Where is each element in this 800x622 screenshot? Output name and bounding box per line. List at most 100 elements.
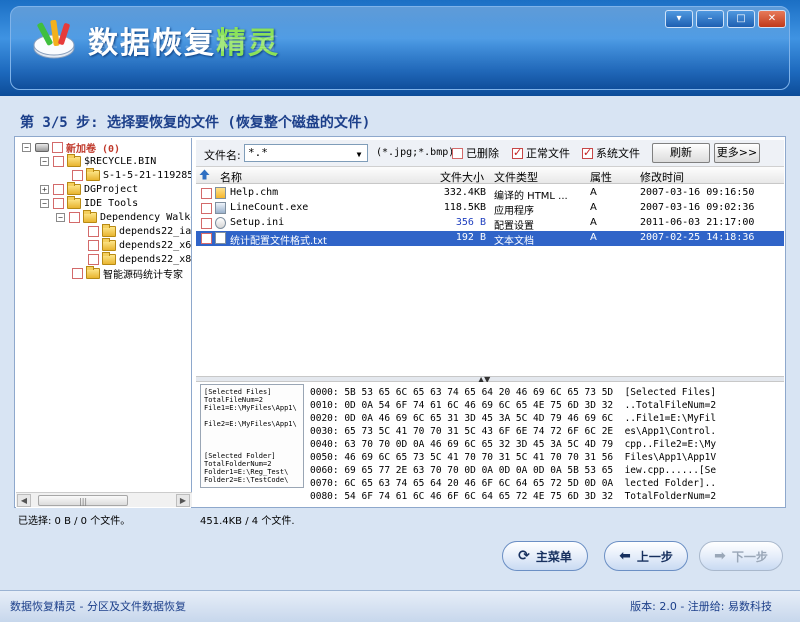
- tree-checkbox[interactable]: [53, 183, 64, 195]
- collapse-icon[interactable]: −: [40, 198, 49, 208]
- system-files-option[interactable]: 系统文件: [582, 145, 640, 161]
- grip-dots: |||: [79, 497, 88, 506]
- total-status: 451.4KB / 4 个文件.: [200, 516, 295, 527]
- prev-step-button[interactable]: ⬅ 上一步: [604, 541, 688, 571]
- folder-icon: [86, 167, 100, 181]
- app-logo-icon: [33, 19, 75, 59]
- filter-bar: 文件名: *.* ▼ (*.jpg;*.bmp) 已删除 正常文件 系统文件 刷…: [196, 140, 784, 166]
- collapse-icon[interactable]: −: [56, 212, 65, 222]
- file-attr: A: [590, 202, 597, 213]
- text-preview-line: TotalFileNum=2: [204, 396, 264, 404]
- deleted-files-checkbox[interactable]: [452, 147, 463, 159]
- tree-checkbox[interactable]: [88, 253, 99, 265]
- table-row[interactable]: LineCount.exe 118.5KB 应用程序 A 2007-03-16 …: [196, 201, 784, 217]
- column-header-attr[interactable]: 属性: [590, 169, 612, 185]
- hex-line: 0010: 0D 0A 54 6F 74 61 6C 46 69 6C 65 4…: [310, 400, 717, 411]
- scroll-left-icon[interactable]: ◀: [17, 494, 31, 507]
- tree-item-dgproject[interactable]: + DGProject: [40, 181, 138, 196]
- column-header-name[interactable]: 名称: [220, 169, 242, 185]
- expand-icon[interactable]: +: [40, 184, 49, 194]
- tree-checkbox[interactable]: [88, 225, 99, 237]
- tree-item-depends-ia64[interactable]: depends22_ia6: [88, 223, 191, 238]
- file-type: 编译的 HTML ...: [494, 191, 568, 202]
- hex-line: 0080: 54 6F 74 61 6C 46 6F 6C 64 65 72 4…: [310, 491, 717, 502]
- chevron-down-icon[interactable]: ▼: [353, 147, 365, 163]
- system-files-checkbox[interactable]: [582, 146, 593, 159]
- tree-item-depends-x64[interactable]: depends22_x64: [88, 237, 192, 252]
- column-header-type[interactable]: 文件类型: [494, 169, 538, 185]
- file-type: 应用程序: [494, 206, 534, 217]
- table-row[interactable]: Help.chm 332.4KB 编译的 HTML ... A 2007-03-…: [196, 186, 784, 202]
- filename-filter-combo[interactable]: *.* ▼: [244, 144, 368, 162]
- file-size: 332.4KB: [443, 187, 486, 198]
- row-checkbox[interactable]: [201, 218, 212, 229]
- tree-item-dependency-walker[interactable]: − Dependency Walke: [56, 209, 191, 224]
- tree-item-recycle-bin[interactable]: − $RECYCLE.BIN: [40, 153, 157, 168]
- text-preview-line: TotalFolderNum=2: [204, 460, 272, 468]
- file-type: 配置设置: [494, 221, 534, 232]
- file-mtime: 2007-03-16 09:16:50: [640, 187, 755, 198]
- window-controls: ▾ – □ ✕: [665, 10, 786, 28]
- table-row[interactable]: Setup.ini 356 B 配置设置 A 2011-06-03 21:17:…: [196, 216, 784, 232]
- normal-files-option[interactable]: 正常文件: [512, 145, 570, 161]
- hex-line: 0070: 6C 65 63 74 65 64 20 46 6F 6C 64 6…: [310, 478, 717, 489]
- text-preview-line: [Selected Files]: [204, 388, 272, 396]
- hex-line: 0020: 0D 0A 46 69 6C 65 31 3D 45 3A 5C 4…: [310, 413, 717, 424]
- tree-checkbox[interactable]: [53, 197, 64, 209]
- file-name: LineCount.exe: [230, 202, 309, 213]
- file-list[interactable]: 名称 文件大小 文件类型 属性 修改时间 Help.chm 332.4KB 编译…: [196, 166, 784, 376]
- file-mtime: 2011-06-03 21:17:00: [640, 217, 755, 228]
- filter-hint: (*.jpg;*.bmp): [376, 147, 455, 158]
- column-header-size[interactable]: 文件大小: [440, 169, 484, 185]
- hex-line: 0040: 63 70 70 0D 0A 46 69 6C 65 32 3D 4…: [310, 439, 717, 450]
- main-menu-button[interactable]: ⟳ 主菜单: [502, 541, 588, 571]
- tree-item-label: depends22_x86: [119, 253, 192, 265]
- tree-checkbox[interactable]: [72, 267, 83, 279]
- hex-line: 0000: 5B 53 65 6C 65 63 74 65 64 20 46 6…: [310, 387, 717, 398]
- up-folder-icon[interactable]: [199, 169, 210, 180]
- tree-horizontal-scrollbar[interactable]: ◀ ||| ▶: [16, 492, 192, 507]
- minimize-button[interactable]: –: [696, 10, 724, 28]
- text-file-icon: [215, 232, 226, 244]
- deleted-files-option[interactable]: 已删除: [452, 145, 499, 161]
- more-button[interactable]: 更多>>: [714, 143, 760, 163]
- file-size: 192 B: [455, 232, 486, 243]
- maximize-button[interactable]: □: [727, 10, 755, 28]
- tree-item-source-stats[interactable]: 智能源码统计专家: [72, 265, 183, 281]
- main-menu-label: 主菜单: [535, 549, 572, 564]
- refresh-button[interactable]: 刷新: [652, 143, 710, 163]
- text-preview-line: [204, 444, 300, 452]
- row-checkbox[interactable]: [201, 188, 212, 199]
- file-mtime: 2007-02-25 14:18:36: [640, 232, 755, 243]
- tree-checkbox[interactable]: [53, 155, 64, 167]
- tree-item-label: 新加卷 (0): [66, 143, 121, 155]
- file-preview: [Selected Files] TotalFileNum=2 File1=E:\M…: [196, 382, 784, 502]
- tree-item-label: $RECYCLE.BIN: [84, 155, 157, 167]
- tree-item-ide-tools[interactable]: − IDE Tools: [40, 195, 138, 210]
- tree-item-label: depends22_x64: [119, 239, 192, 251]
- hex-dump: 0000: 5B 53 65 6C 65 63 74 65 64 20 46 6…: [310, 386, 716, 503]
- column-header-mtime[interactable]: 修改时间: [640, 169, 684, 185]
- text-preview-line: File1=E:\MyFiles\App1\: [204, 404, 297, 412]
- folder-tree[interactable]: − 新加卷 (0) − $RECYCLE.BIN S-1-5-21-119285…: [16, 138, 192, 508]
- table-row-selected[interactable]: 统计配置文件格式.txt 192 B 文本文档 A 2007-02-25 14:…: [196, 231, 784, 247]
- close-button[interactable]: ✕: [758, 10, 786, 28]
- chm-file-icon: [215, 187, 226, 199]
- scroll-thumb[interactable]: |||: [38, 495, 128, 506]
- collapse-icon[interactable]: −: [40, 156, 49, 166]
- collapse-icon[interactable]: −: [22, 142, 31, 152]
- tree-checkbox[interactable]: [88, 239, 99, 251]
- row-checkbox[interactable]: [201, 233, 212, 244]
- menu-dropdown-button[interactable]: ▾: [665, 10, 693, 28]
- tree-checkbox[interactable]: [52, 141, 63, 153]
- row-checkbox[interactable]: [201, 203, 212, 214]
- tree-checkbox[interactable]: [72, 169, 83, 181]
- tree-item-depends-x86[interactable]: depends22_x86: [88, 251, 192, 266]
- scroll-right-icon[interactable]: ▶: [176, 494, 190, 507]
- tree-item-sid-folder[interactable]: S-1-5-21-1192850: [72, 167, 191, 182]
- normal-files-checkbox[interactable]: [512, 146, 523, 159]
- next-step-label: 下一步: [731, 549, 768, 564]
- tree-checkbox[interactable]: [69, 211, 80, 223]
- tree-item-drive[interactable]: − 新加卷 (0): [22, 140, 121, 155]
- next-step-button[interactable]: ➡ 下一步: [699, 541, 783, 571]
